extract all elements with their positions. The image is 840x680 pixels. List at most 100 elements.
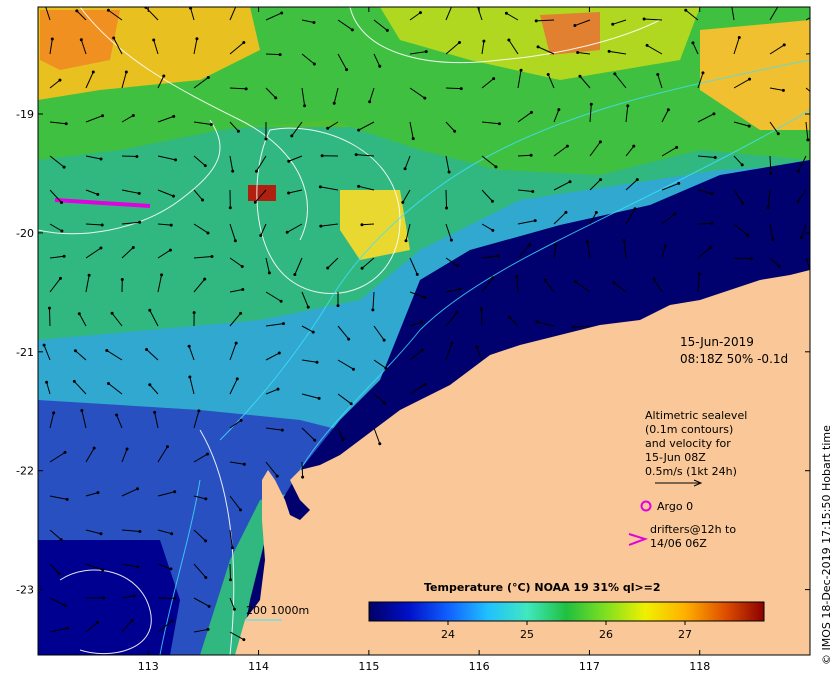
hot-spot	[248, 185, 276, 201]
velocity-arrow-head-icon	[612, 281, 616, 285]
velocity-arrow-head-icon	[65, 497, 69, 501]
velocity-arrow-head-icon	[378, 442, 382, 446]
velocity-arrow-head-icon	[91, 70, 95, 74]
velocity-arrow-head-icon	[345, 68, 349, 72]
velocity-arrow-head-icon	[529, 153, 533, 157]
credit-text: © IMOS 18-Dec-2019 17:15:50 Hobart time	[820, 425, 833, 665]
deep-blue-sw	[38, 540, 180, 655]
velocity-arrow-head-icon	[312, 21, 316, 25]
velocity-arrow-head-icon	[287, 191, 291, 195]
velocity-arrow-head-icon	[132, 594, 136, 598]
velocity-arrow	[48, 308, 51, 327]
velocity-arrow-head-icon	[571, 325, 575, 329]
velocity-arrow-head-icon	[62, 165, 66, 169]
velocity-arrow-head-icon	[455, 311, 459, 315]
velocity-arrow-head-icon	[459, 87, 463, 91]
velocity-arrow-head-icon	[96, 192, 100, 196]
velocity-arrow-head-icon	[244, 87, 248, 91]
velocity-arrow-head-icon	[66, 626, 70, 630]
lat-label: -22	[16, 465, 34, 478]
velocity-arrow-head-icon	[447, 170, 451, 174]
velocity-arrow-head-icon	[607, 49, 611, 53]
velocity-arrow-head-icon	[165, 445, 169, 449]
velocity-arrow-head-icon	[411, 137, 415, 141]
velocity-arrow-head-icon	[152, 38, 156, 42]
velocity-arrow-head-icon	[172, 114, 176, 118]
velocity-arrow-head-icon	[613, 72, 617, 76]
velocity-arrow-head-icon	[306, 305, 310, 309]
velocity-arrow-head-icon	[145, 347, 149, 351]
velocity-arrow-head-icon	[326, 126, 330, 130]
velocity-arrow-head-icon	[168, 248, 172, 252]
velocity-arrow-head-icon	[382, 401, 386, 405]
velocity-arrow-head-icon	[710, 221, 714, 225]
velocity-arrow-head-icon	[95, 621, 99, 625]
velocity-arrow-head-icon	[131, 113, 135, 117]
sst-map: -19 -20 -21 -22 -23 113 114 115 116 117 118 15-Ju…	[16, 2, 833, 673]
altimetry-line2: (0.1m contours)	[645, 423, 733, 436]
velocity-arrow-head-icon	[62, 254, 66, 258]
velocity-arrow-head-icon	[87, 273, 91, 277]
velocity-arrow-head-icon	[494, 165, 498, 169]
velocity-arrow-head-icon	[63, 450, 67, 454]
velocity-arrow-head-icon	[684, 8, 688, 12]
velocity-arrow-head-icon	[254, 169, 258, 173]
velocity-arrow-head-icon	[138, 220, 142, 224]
velocity-arrow-head-icon	[652, 277, 656, 281]
velocity-arrow-head-icon	[293, 273, 297, 277]
lon-label: 114	[248, 660, 269, 673]
velocity-arrow-head-icon	[341, 438, 345, 442]
velocity-arrow-head-icon	[564, 210, 568, 214]
velocity-arrow-head-icon	[57, 572, 61, 576]
velocity-arrow-head-icon	[45, 380, 49, 384]
velocity-arrow-head-icon	[267, 271, 271, 275]
velocity-arrow-head-icon	[75, 9, 79, 13]
velocity-arrow-head-icon	[360, 266, 364, 270]
velocity-arrow-head-icon	[315, 360, 319, 364]
velocity-arrow-head-icon	[301, 475, 305, 479]
velocity-arrow-head-icon	[519, 68, 523, 72]
velocity-arrow-head-icon	[206, 627, 210, 631]
velocity-arrow-head-icon	[404, 239, 408, 243]
velocity-arrow-head-icon	[52, 411, 56, 415]
velocity-arrow-head-icon	[336, 304, 340, 308]
velocity-arrow	[121, 155, 137, 158]
velocity-arrow-head-icon	[281, 322, 285, 326]
date-label: 15-Jun-2019	[680, 335, 754, 349]
velocity-arrow-head-icon	[451, 2, 454, 5]
velocity-arrow-head-icon	[64, 122, 68, 126]
velocity-arrow-head-icon	[450, 341, 454, 345]
velocity-arrow-head-icon	[47, 306, 51, 310]
velocity-arrow-head-icon	[169, 223, 173, 227]
velocity-arrow-head-icon	[60, 200, 64, 204]
velocity-arrow-head-icon	[63, 603, 67, 607]
map-area	[38, 2, 810, 655]
velocity-arrow-head-icon	[228, 578, 232, 582]
velocity-arrow-head-icon	[713, 155, 717, 159]
velocity-arrow-head-icon	[312, 62, 316, 66]
velocity-arrow-head-icon	[100, 223, 104, 227]
velocity-arrow-head-icon	[79, 38, 83, 42]
velocity-arrow-head-icon	[136, 565, 140, 569]
colorbar-tick-label: 24	[441, 628, 455, 641]
argo-label: Argo 0	[657, 500, 693, 513]
altimetry-line1: Altimetric sealevel	[645, 409, 747, 422]
velocity-arrow-head-icon	[534, 19, 538, 23]
velocity-arrow-head-icon	[741, 201, 745, 205]
velocity-arrow-head-icon	[565, 144, 569, 148]
velocity-arrow-head-icon	[632, 144, 636, 148]
velocity-arrow-head-icon	[160, 273, 164, 277]
velocity-arrow-head-icon	[701, 71, 705, 75]
velocity-arrow-head-icon	[232, 607, 236, 611]
velocity-arrow-head-icon	[188, 375, 192, 379]
velocity-arrow-head-icon	[187, 344, 191, 348]
velocity-arrow-head-icon	[554, 243, 558, 247]
velocity-arrow-head-icon	[360, 223, 364, 227]
velocity-arrow-head-icon	[656, 72, 660, 76]
velocity-arrow-head-icon	[192, 311, 196, 315]
velocity-arrow-head-icon	[332, 101, 336, 105]
velocity-arrow-head-icon	[423, 96, 427, 100]
velocity-arrow-head-icon	[491, 228, 495, 232]
lon-label: 115	[358, 660, 379, 673]
velocity-arrow-head-icon	[415, 272, 419, 276]
